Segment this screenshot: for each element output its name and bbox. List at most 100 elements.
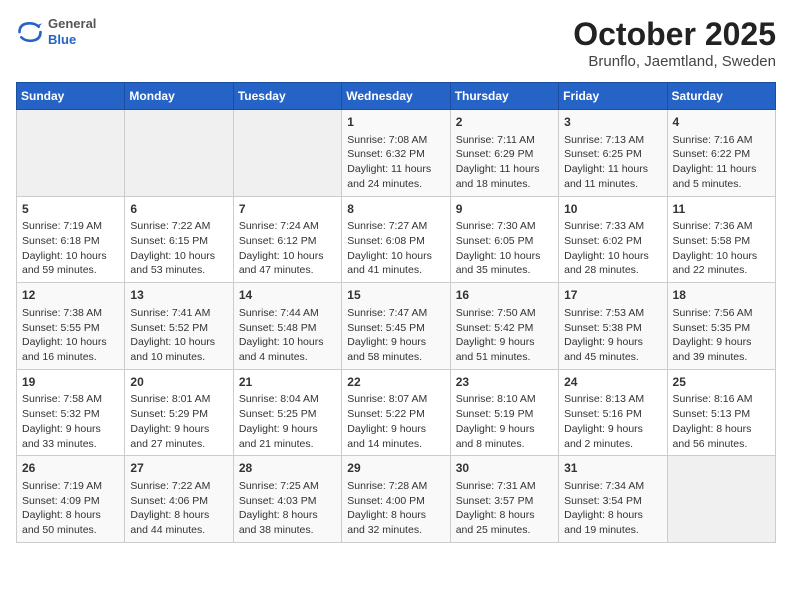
calendar-cell: 12Sunrise: 7:38 AMSunset: 5:55 PMDayligh… — [17, 283, 125, 370]
month-title: October 2025 — [573, 16, 776, 53]
calendar-cell: 28Sunrise: 7:25 AMSunset: 4:03 PMDayligh… — [233, 456, 341, 543]
day-content: Sunrise: 7:50 AM — [456, 307, 536, 319]
calendar-week: 1Sunrise: 7:08 AMSunset: 6:32 PMDaylight… — [17, 110, 776, 197]
day-content: Sunrise: 8:04 AM — [239, 393, 319, 405]
day-number: 9 — [456, 201, 553, 218]
day-content: Sunrise: 7:34 AM — [564, 480, 644, 492]
day-content: Sunset: 4:00 PM — [347, 495, 425, 507]
calendar-cell — [17, 110, 125, 197]
day-content: Daylight: 8 hours and 25 minutes. — [456, 509, 535, 536]
day-number: 17 — [564, 287, 661, 304]
calendar-table: SundayMondayTuesdayWednesdayThursdayFrid… — [16, 82, 776, 543]
day-content: Sunrise: 7:27 AM — [347, 220, 427, 232]
day-number: 19 — [22, 374, 119, 391]
day-number: 21 — [239, 374, 336, 391]
day-content: Daylight: 9 hours and 45 minutes. — [564, 336, 643, 363]
calendar-cell: 13Sunrise: 7:41 AMSunset: 5:52 PMDayligh… — [125, 283, 233, 370]
day-content: Daylight: 8 hours and 56 minutes. — [673, 423, 752, 450]
day-number: 3 — [564, 114, 661, 131]
day-content: Sunset: 5:55 PM — [22, 322, 100, 334]
day-content: Sunset: 5:52 PM — [130, 322, 208, 334]
calendar-cell: 15Sunrise: 7:47 AMSunset: 5:45 PMDayligh… — [342, 283, 450, 370]
day-number: 18 — [673, 287, 770, 304]
day-content: Sunrise: 7:19 AM — [22, 480, 102, 492]
day-content: Sunset: 6:25 PM — [564, 148, 642, 160]
calendar-cell: 18Sunrise: 7:56 AMSunset: 5:35 PMDayligh… — [667, 283, 775, 370]
day-number: 25 — [673, 374, 770, 391]
day-content: Daylight: 10 hours and 53 minutes. — [130, 250, 215, 277]
calendar-cell: 26Sunrise: 7:19 AMSunset: 4:09 PMDayligh… — [17, 456, 125, 543]
calendar-cell: 4Sunrise: 7:16 AMSunset: 6:22 PMDaylight… — [667, 110, 775, 197]
day-content: Daylight: 9 hours and 8 minutes. — [456, 423, 535, 450]
day-content: Sunset: 6:12 PM — [239, 235, 317, 247]
day-content: Daylight: 10 hours and 16 minutes. — [22, 336, 107, 363]
day-content: Daylight: 8 hours and 32 minutes. — [347, 509, 426, 536]
day-content: Sunrise: 7:56 AM — [673, 307, 753, 319]
day-content: Daylight: 10 hours and 22 minutes. — [673, 250, 758, 277]
calendar-cell: 19Sunrise: 7:58 AMSunset: 5:32 PMDayligh… — [17, 369, 125, 456]
calendar-week: 26Sunrise: 7:19 AMSunset: 4:09 PMDayligh… — [17, 456, 776, 543]
calendar-cell: 3Sunrise: 7:13 AMSunset: 6:25 PMDaylight… — [559, 110, 667, 197]
calendar-cell: 2Sunrise: 7:11 AMSunset: 6:29 PMDaylight… — [450, 110, 558, 197]
day-number: 7 — [239, 201, 336, 218]
day-content: Sunrise: 7:53 AM — [564, 307, 644, 319]
day-content: Sunrise: 7:33 AM — [564, 220, 644, 232]
day-content: Daylight: 11 hours and 5 minutes. — [673, 163, 757, 190]
day-number: 27 — [130, 460, 227, 477]
weekday-header: Saturday — [667, 83, 775, 110]
day-content: Sunrise: 8:01 AM — [130, 393, 210, 405]
day-number: 11 — [673, 201, 770, 218]
calendar-cell: 8Sunrise: 7:27 AMSunset: 6:08 PMDaylight… — [342, 196, 450, 283]
day-content: Sunset: 5:35 PM — [673, 322, 751, 334]
day-content: Sunrise: 7:19 AM — [22, 220, 102, 232]
day-content: Sunset: 5:58 PM — [673, 235, 751, 247]
day-number: 20 — [130, 374, 227, 391]
day-number: 10 — [564, 201, 661, 218]
day-content: Daylight: 8 hours and 44 minutes. — [130, 509, 209, 536]
calendar-cell: 11Sunrise: 7:36 AMSunset: 5:58 PMDayligh… — [667, 196, 775, 283]
calendar-cell: 24Sunrise: 8:13 AMSunset: 5:16 PMDayligh… — [559, 369, 667, 456]
day-content: Sunrise: 7:22 AM — [130, 220, 210, 232]
day-content: Daylight: 9 hours and 27 minutes. — [130, 423, 209, 450]
day-content: Sunrise: 7:47 AM — [347, 307, 427, 319]
day-content: Daylight: 10 hours and 4 minutes. — [239, 336, 324, 363]
day-content: Sunset: 5:19 PM — [456, 408, 534, 420]
calendar-cell: 21Sunrise: 8:04 AMSunset: 5:25 PMDayligh… — [233, 369, 341, 456]
day-number: 22 — [347, 374, 444, 391]
day-content: Daylight: 10 hours and 10 minutes. — [130, 336, 215, 363]
day-content: Daylight: 8 hours and 19 minutes. — [564, 509, 643, 536]
calendar-cell — [667, 456, 775, 543]
calendar-cell: 22Sunrise: 8:07 AMSunset: 5:22 PMDayligh… — [342, 369, 450, 456]
calendar-cell: 9Sunrise: 7:30 AMSunset: 6:05 PMDaylight… — [450, 196, 558, 283]
calendar-cell — [233, 110, 341, 197]
day-content: Daylight: 9 hours and 33 minutes. — [22, 423, 101, 450]
day-content: Daylight: 9 hours and 2 minutes. — [564, 423, 643, 450]
day-content: Sunset: 5:16 PM — [564, 408, 642, 420]
day-number: 13 — [130, 287, 227, 304]
day-content: Sunset: 6:05 PM — [456, 235, 534, 247]
logo-general: General — [48, 16, 96, 32]
day-number: 30 — [456, 460, 553, 477]
calendar-cell: 20Sunrise: 8:01 AMSunset: 5:29 PMDayligh… — [125, 369, 233, 456]
day-content: Sunset: 3:54 PM — [564, 495, 642, 507]
day-content: Sunset: 6:08 PM — [347, 235, 425, 247]
day-content: Sunset: 4:06 PM — [130, 495, 208, 507]
day-number: 29 — [347, 460, 444, 477]
day-number: 12 — [22, 287, 119, 304]
day-content: Sunset: 5:13 PM — [673, 408, 751, 420]
day-content: Sunset: 6:32 PM — [347, 148, 425, 160]
day-content: Sunset: 6:22 PM — [673, 148, 751, 160]
day-content: Sunrise: 7:25 AM — [239, 480, 319, 492]
day-content: Sunset: 4:03 PM — [239, 495, 317, 507]
day-content: Sunrise: 8:16 AM — [673, 393, 753, 405]
day-content: Sunset: 5:32 PM — [22, 408, 100, 420]
calendar-week: 12Sunrise: 7:38 AMSunset: 5:55 PMDayligh… — [17, 283, 776, 370]
day-number: 31 — [564, 460, 661, 477]
page-header: General Blue October 2025 Brunflo, Jaemt… — [16, 16, 776, 70]
day-number: 14 — [239, 287, 336, 304]
calendar-cell: 23Sunrise: 8:10 AMSunset: 5:19 PMDayligh… — [450, 369, 558, 456]
day-content: Sunrise: 8:07 AM — [347, 393, 427, 405]
day-content: Sunrise: 7:28 AM — [347, 480, 427, 492]
day-content: Sunset: 5:22 PM — [347, 408, 425, 420]
day-number: 1 — [347, 114, 444, 131]
